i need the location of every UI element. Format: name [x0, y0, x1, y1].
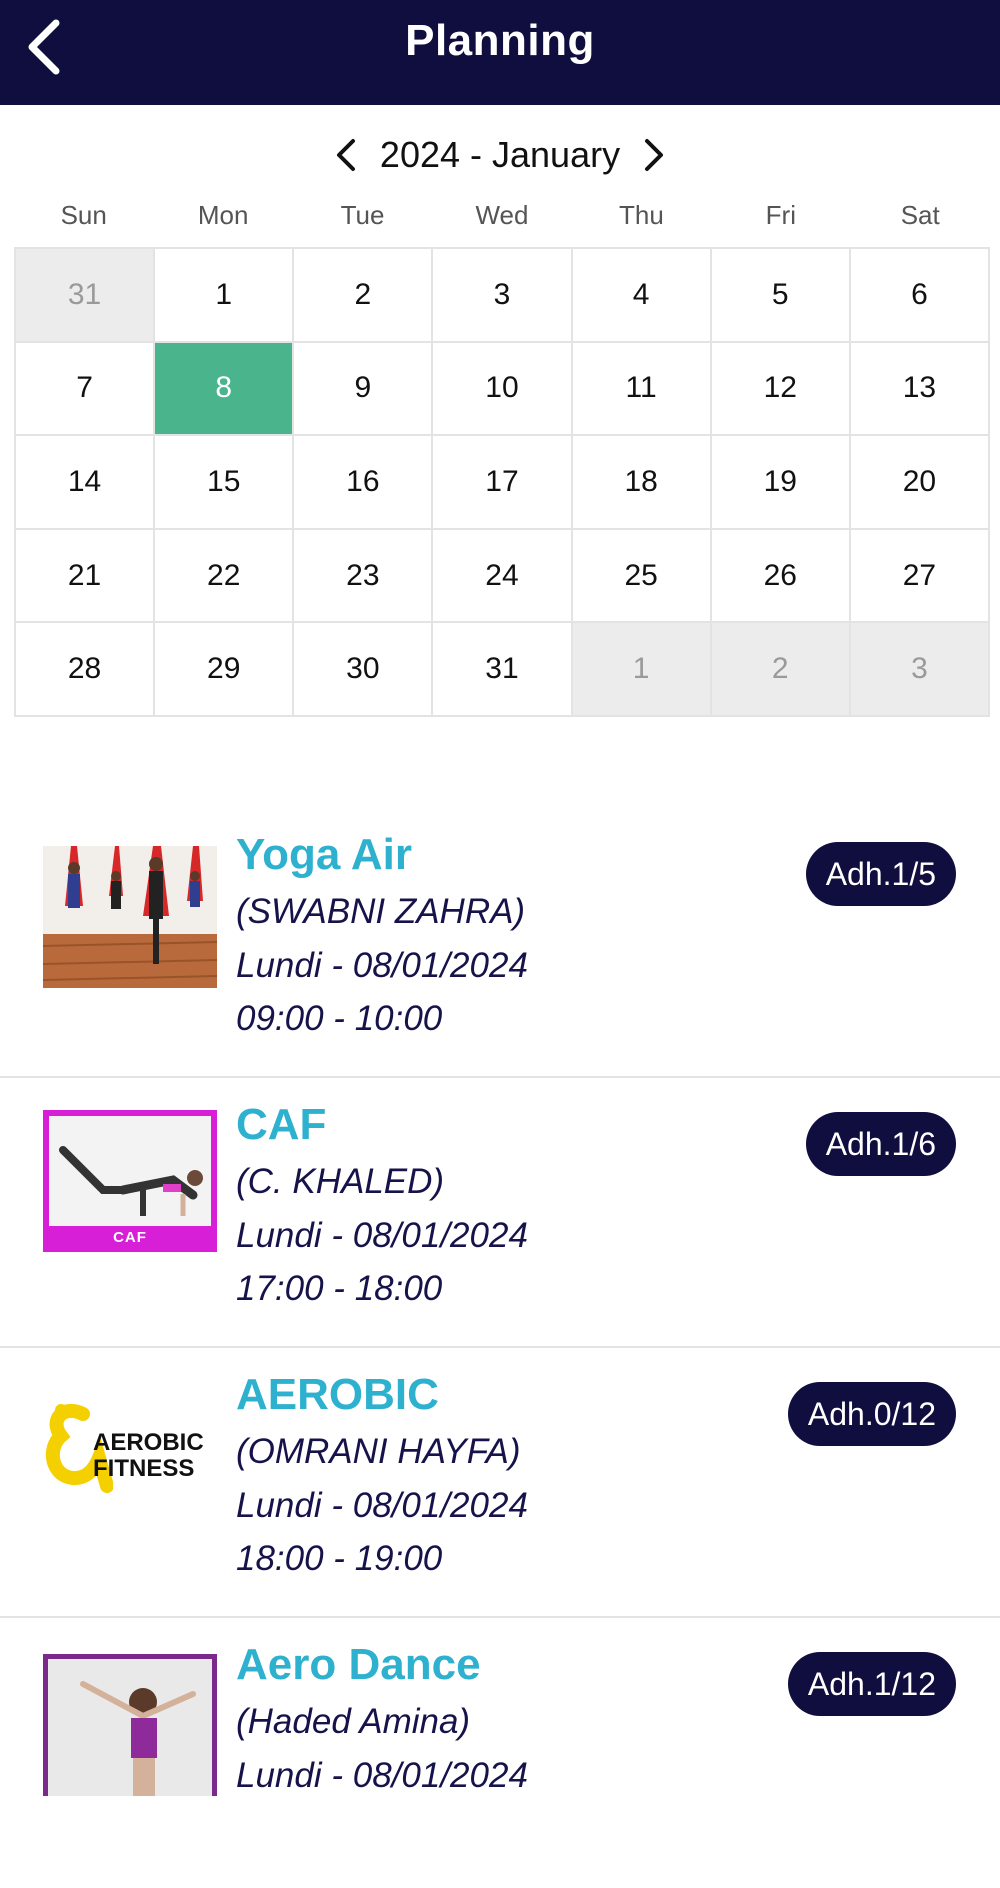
- session-date: Lundi - 08/01/2024: [236, 1486, 528, 1525]
- calendar-day-selected[interactable]: 8: [155, 342, 295, 437]
- calendar-day[interactable]: 3: [433, 249, 573, 343]
- calendar-day[interactable]: 28: [16, 623, 156, 717]
- caf-photo: CAF: [43, 1110, 217, 1252]
- calendar-day[interactable]: 17: [433, 436, 573, 530]
- aerobic-fitness-logo: AEROBIC FITNESS: [43, 1382, 217, 1524]
- yoga-illustration: [43, 846, 217, 988]
- chevron-right-icon: [645, 139, 664, 171]
- calendar-day[interactable]: 27: [850, 529, 990, 624]
- calendar-day[interactable]: 31: [16, 249, 156, 343]
- chevron-left-icon: [336, 139, 355, 171]
- page-title: Planning: [405, 16, 595, 65]
- attendance-badge: Adh.1/12: [787, 1652, 956, 1716]
- weekday-label: Fri: [765, 200, 796, 230]
- calendar-day[interactable]: 30: [294, 623, 434, 717]
- calendar-day[interactable]: 3: [850, 623, 990, 717]
- top-app-bar: Planning: [0, 0, 1000, 105]
- session-card[interactable]: AEROBIC FITNESS AEROBIC (OMRANI HAYFA) L…: [0, 1348, 1000, 1618]
- calendar-day[interactable]: 29: [155, 623, 295, 717]
- session-coach: (C. KHALED): [236, 1162, 445, 1201]
- weekday-label: Mon: [197, 200, 249, 230]
- calendar-day[interactable]: 12: [711, 342, 851, 437]
- weekday-label: Tue: [340, 200, 385, 230]
- calendar-day[interactable]: 10: [433, 342, 573, 437]
- calendar-day[interactable]: 21: [16, 529, 156, 624]
- session-date: Lundi - 08/01/2024: [236, 1216, 528, 1255]
- session-title: Yoga Air: [236, 830, 413, 879]
- session-coach: (SWABNI ZAHRA): [236, 892, 526, 931]
- weekday-label: Sat: [900, 200, 940, 230]
- attendance-badge: Adh.0/12: [787, 1382, 956, 1446]
- logo-text: AEROBIC FITNESS: [93, 1430, 204, 1482]
- calendar-day[interactable]: 5: [711, 249, 851, 343]
- previous-month-button[interactable]: [330, 135, 362, 175]
- calendar-day[interactable]: 25: [572, 529, 712, 624]
- next-month-button[interactable]: [638, 135, 670, 175]
- calendar-day[interactable]: 4: [572, 249, 712, 343]
- calendar-grid: 31 1 2 3 4 5 6 7 8 9 10 11 12 13 14 15 1…: [14, 247, 990, 717]
- weekday-header: Sun Mon Tue Wed Thu Fri Sat: [14, 200, 990, 240]
- aero-dance-illustration: [43, 1654, 217, 1796]
- calendar-day[interactable]: 13: [850, 342, 990, 437]
- session-card[interactable]: Aero Dance (Haded Amina) Lundi - 08/01/2…: [0, 1618, 1000, 1888]
- session-time: 09:00 - 10:00: [236, 999, 443, 1038]
- month-navigator: 2024 - January: [0, 128, 1000, 182]
- logo-line: FITNESS: [93, 1455, 195, 1482]
- weekday-label: Sun: [60, 200, 107, 230]
- session-coach: (Haded Amina): [236, 1702, 471, 1741]
- session-date: Lundi - 08/01/2024: [236, 1756, 528, 1795]
- weekday-label: Thu: [618, 200, 664, 230]
- calendar-day[interactable]: 2: [711, 623, 851, 717]
- calendar-day[interactable]: 22: [155, 529, 295, 624]
- calendar-day[interactable]: 15: [155, 436, 295, 530]
- calendar-day[interactable]: 18: [572, 436, 712, 530]
- calendar-day[interactable]: 24: [433, 529, 573, 624]
- calendar-day[interactable]: 11: [572, 342, 712, 437]
- calendar-day[interactable]: 7: [16, 342, 156, 437]
- weekday-label: Wed: [475, 200, 529, 230]
- month-label: 2024 - January: [379, 134, 621, 175]
- calendar-day[interactable]: 14: [16, 436, 156, 530]
- attendance-badge: Adh.1/5: [805, 842, 956, 906]
- calendar-day[interactable]: 20: [850, 436, 990, 530]
- session-coach: (OMRANI HAYFA): [236, 1432, 521, 1471]
- session-card[interactable]: CAF CAF (C. KHALED) Lundi - 08/01/2024 1…: [0, 1078, 1000, 1348]
- caf-image-caption: CAF: [113, 1229, 147, 1246]
- calendar-day[interactable]: 9: [294, 342, 434, 437]
- session-title: Aero Dance: [236, 1640, 481, 1689]
- attendance-badge: Adh.1/6: [805, 1112, 956, 1176]
- session-list: Yoga Air (SWABNI ZAHRA) Lundi - 08/01/20…: [0, 808, 1000, 1888]
- calendar-day[interactable]: 1: [155, 249, 295, 343]
- calendar-day[interactable]: 2: [294, 249, 434, 343]
- session-title: CAF: [236, 1100, 327, 1149]
- aero-dance-photo: [43, 1654, 217, 1796]
- session-date: Lundi - 08/01/2024: [236, 946, 528, 985]
- calendar-day[interactable]: 1: [572, 623, 712, 717]
- session-card[interactable]: Yoga Air (SWABNI ZAHRA) Lundi - 08/01/20…: [0, 808, 1000, 1078]
- logo-line: AEROBIC: [93, 1429, 204, 1456]
- session-time: 18:00 - 19:00: [236, 1539, 443, 1578]
- yoga-air-photo: [43, 846, 217, 988]
- calendar-day[interactable]: 6: [850, 249, 990, 343]
- session-time: 17:00 - 18:00: [236, 1269, 443, 1308]
- calendar-day[interactable]: 19: [711, 436, 851, 530]
- calendar-day[interactable]: 23: [294, 529, 434, 624]
- session-title: AEROBIC: [236, 1370, 439, 1419]
- calendar-day[interactable]: 16: [294, 436, 434, 530]
- calendar-day[interactable]: 31: [433, 623, 573, 717]
- calendar-day[interactable]: 26: [711, 529, 851, 624]
